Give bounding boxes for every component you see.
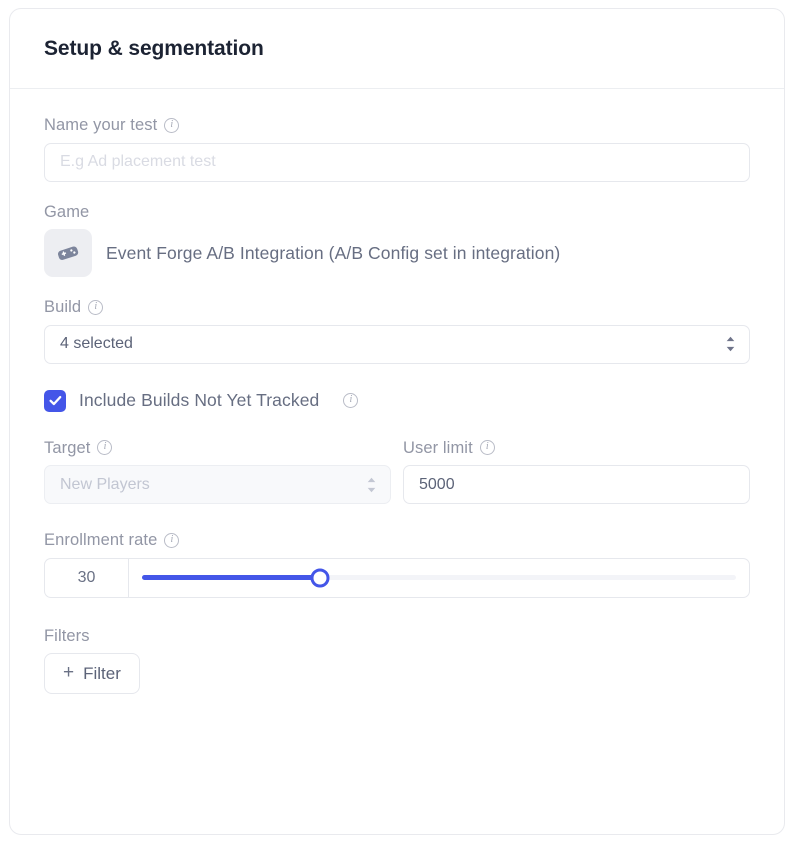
- label-row-target: Target: [44, 438, 391, 457]
- label-row-user-limit: User limit: [403, 438, 750, 457]
- setup-segmentation-card: Setup & segmentation Name your test Game: [9, 8, 785, 835]
- plus-icon: +: [63, 662, 75, 683]
- info-circle-icon[interactable]: [164, 117, 180, 133]
- label-row-game: Game: [44, 202, 750, 221]
- label-enrollment-rate: Enrollment rate: [44, 531, 158, 549]
- field-enrollment-rate: Enrollment rate 30: [44, 532, 750, 598]
- info-circle-icon[interactable]: [97, 440, 113, 456]
- card-body: Name your test Game: [10, 89, 784, 694]
- build-select-wrap: 4 selected: [44, 324, 750, 364]
- enrollment-rate-value[interactable]: 30: [44, 557, 128, 598]
- label-filters: Filters: [44, 626, 90, 645]
- build-select[interactable]: 4 selected: [44, 324, 750, 364]
- game-row: Event Forge A/B Integration (A/B Config …: [44, 229, 750, 277]
- target-select-wrap: New Players: [44, 465, 391, 504]
- info-circle-icon[interactable]: [343, 393, 359, 408]
- target-userlimit-row: Target New Players: [44, 438, 750, 504]
- label-row-build: Build: [44, 299, 750, 316]
- enrollment-rate-slider[interactable]: [128, 557, 750, 598]
- test-name-input[interactable]: [44, 142, 750, 182]
- build-select-value: 4 selected: [60, 335, 133, 352]
- info-circle-icon[interactable]: [164, 532, 180, 548]
- slider-thumb[interactable]: [310, 568, 330, 587]
- field-target: Target New Players: [44, 438, 391, 504]
- include-builds-checkbox[interactable]: [44, 389, 66, 412]
- check-icon: [48, 395, 61, 406]
- target-select-value: New Players: [60, 475, 150, 493]
- label-build: Build: [44, 298, 82, 316]
- label-target: Target: [44, 438, 91, 457]
- info-circle-icon[interactable]: [479, 440, 495, 456]
- gamepad-icon: [44, 229, 92, 277]
- label-row-name: Name your test: [44, 117, 750, 134]
- field-game: Game Event Forge A/B Integration (A/B Co…: [44, 202, 750, 277]
- enrollment-rate-control: 30: [44, 557, 750, 598]
- label-row-enrollment-rate: Enrollment rate: [44, 532, 750, 549]
- page-root: Setup & segmentation Name your test Game: [0, 0, 794, 842]
- field-build: Build 4 selected: [44, 299, 750, 364]
- label-name-your-test: Name your test: [44, 116, 158, 134]
- field-user-limit: User limit: [403, 438, 750, 504]
- include-builds-row[interactable]: Include Builds Not Yet Tracked: [44, 389, 750, 412]
- label-row-filters: Filters: [44, 626, 750, 645]
- card-header: Setup & segmentation: [10, 9, 784, 89]
- filters-section: Filters + Filter: [44, 626, 750, 694]
- slider-track[interactable]: [142, 568, 736, 587]
- label-user-limit: User limit: [403, 438, 473, 457]
- include-builds-label: Include Builds Not Yet Tracked: [79, 390, 320, 410]
- user-limit-input[interactable]: [403, 465, 750, 504]
- slider-track-fill: [142, 575, 321, 580]
- add-filter-label: Filter: [83, 663, 121, 683]
- field-name-your-test: Name your test: [44, 117, 750, 182]
- page-title: Setup & segmentation: [44, 36, 264, 60]
- info-circle-icon[interactable]: [88, 299, 104, 315]
- add-filter-button[interactable]: + Filter: [44, 653, 140, 694]
- target-select: New Players: [44, 465, 391, 504]
- label-game: Game: [44, 202, 90, 221]
- game-name: Event Forge A/B Integration (A/B Config …: [106, 242, 561, 263]
